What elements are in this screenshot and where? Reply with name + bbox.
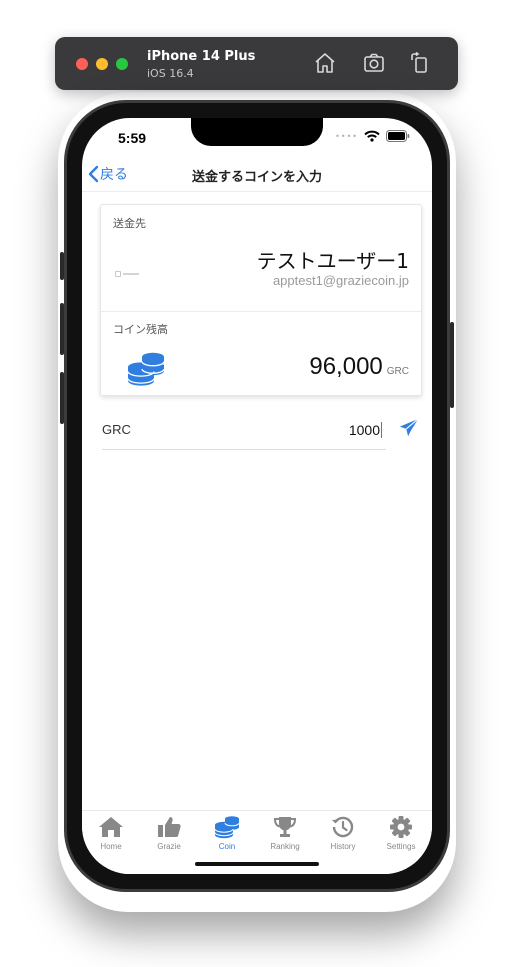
battery-icon bbox=[386, 130, 410, 142]
tab-label-grazie: Grazie bbox=[157, 842, 181, 851]
recipient-card: 送金先 テストユーザー1 apptest1@graziecoin.jp コイン残… bbox=[100, 204, 422, 396]
tab-label-settings: Settings bbox=[386, 842, 416, 851]
recipient-section-label: 送金先 bbox=[113, 217, 146, 230]
balance-unit: GRC bbox=[386, 366, 409, 377]
amount-input[interactable]: 1000 bbox=[349, 422, 382, 438]
thumbs-up-icon bbox=[158, 817, 181, 837]
history-icon bbox=[332, 816, 354, 838]
minimize-window-button[interactable] bbox=[96, 58, 108, 70]
tab-settings[interactable]: Settings bbox=[372, 815, 430, 851]
signal-icon: •••• bbox=[335, 131, 358, 141]
navigation-bar: 戻る 送金するコインを入力 bbox=[82, 158, 432, 192]
tab-label-history: History bbox=[330, 842, 356, 851]
balance-section-label: コイン残高 bbox=[113, 323, 168, 336]
tab-label-coin: Coin bbox=[218, 842, 236, 851]
avatar bbox=[115, 269, 143, 279]
rotate-icon[interactable] bbox=[408, 51, 432, 75]
mute-switch bbox=[60, 252, 64, 280]
avatar-image-placeholder bbox=[115, 271, 121, 277]
status-time: 5:59 bbox=[118, 130, 147, 146]
amount-input-value: 1000 bbox=[348, 422, 380, 438]
tab-history[interactable]: History bbox=[314, 815, 372, 851]
avatar-alt-text bbox=[123, 273, 139, 275]
recipient-email: apptest1@graziecoin.jp bbox=[272, 273, 409, 288]
home-icon bbox=[99, 817, 123, 837]
tab-label-home: Home bbox=[100, 842, 122, 851]
trophy-icon bbox=[273, 817, 297, 837]
dynamic-notch bbox=[191, 118, 323, 146]
close-window-button[interactable] bbox=[76, 58, 88, 70]
gear-icon bbox=[390, 816, 412, 838]
send-icon[interactable] bbox=[398, 417, 420, 439]
status-indicators: •••• bbox=[335, 130, 410, 142]
recipient-name: テストユーザー1 bbox=[256, 249, 409, 273]
simulator-title-bar: iPhone 14 Plus iOS 16.4 bbox=[55, 37, 458, 90]
os-version: iOS 16.4 bbox=[147, 67, 194, 80]
tab-label-ranking: Ranking bbox=[270, 842, 300, 851]
coins-icon bbox=[214, 816, 240, 839]
zoom-window-button[interactable] bbox=[116, 58, 128, 70]
device-name: iPhone 14 Plus bbox=[147, 49, 256, 64]
page-title: 送金するコインを入力 bbox=[191, 170, 322, 185]
tab-coin[interactable]: Coin bbox=[198, 815, 256, 851]
wifi-icon bbox=[364, 130, 380, 142]
volume-up-button bbox=[60, 303, 64, 355]
tab-ranking[interactable]: Ranking bbox=[256, 815, 314, 851]
volume-down-button bbox=[60, 372, 64, 424]
text-caret bbox=[381, 422, 382, 438]
power-button bbox=[450, 322, 454, 408]
home-icon[interactable] bbox=[313, 51, 337, 75]
phone-screen: 5:59 •••• 戻る 送金するコインを入力 送金先 テストユーザー1 app… bbox=[82, 118, 432, 874]
coins-icon bbox=[127, 352, 165, 386]
amount-currency-label: GRC bbox=[102, 422, 131, 437]
amount-input-field[interactable]: GRC 1000 bbox=[102, 414, 386, 450]
balance-display: 96,000 GRC bbox=[309, 353, 409, 381]
balance-value: 96,000 bbox=[309, 353, 383, 380]
tab-home[interactable]: Home bbox=[82, 815, 140, 851]
tab-grazie[interactable]: Grazie bbox=[140, 815, 198, 851]
card-divider bbox=[101, 311, 421, 312]
screenshot-icon[interactable] bbox=[362, 51, 386, 75]
home-indicator bbox=[195, 862, 319, 866]
